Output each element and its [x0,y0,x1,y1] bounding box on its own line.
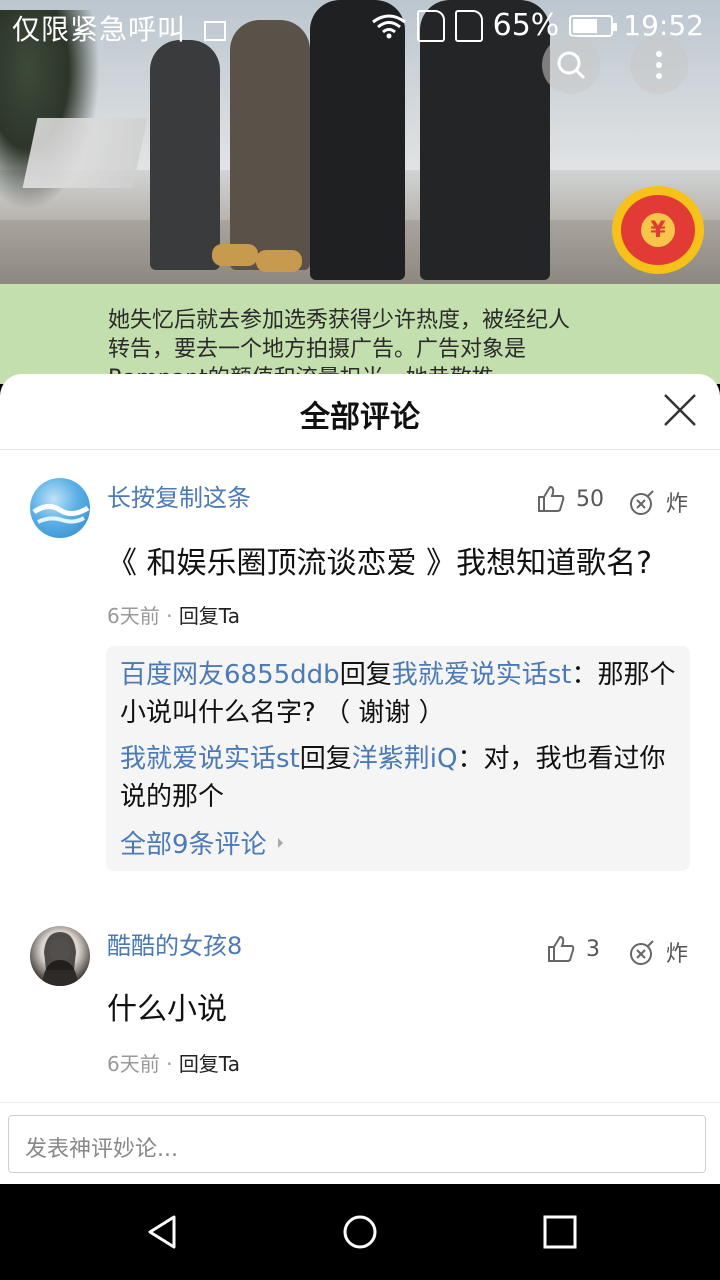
like-button[interactable]: 3 [546,934,600,964]
wifi-icon [371,14,406,38]
search-button[interactable] [542,36,600,94]
reply-item[interactable]: 百度网友6855ddb回复我就爱说实话st：那那个小说叫什么名字? （ 谢谢 ） [120,656,676,732]
image-icon [203,21,226,41]
navigation-bar [0,1184,720,1280]
video-shoe [256,250,302,272]
all-replies-link[interactable]: 全部9条评论 [120,824,676,861]
recents-square-icon[interactable] [542,1214,578,1250]
zha-button[interactable]: 炸 [628,486,688,518]
reply-from[interactable]: 我就爱说实话st [120,744,300,774]
reply-to[interactable]: 洋紫荆iQ [352,744,458,774]
zha-label: 炸 [666,492,689,517]
avatar-girl-icon [42,932,78,986]
chevron-right-icon [277,837,283,848]
sim-2-icon [454,9,483,42]
coin-icon: ¥ [641,213,675,247]
more-vertical-icon [656,51,662,79]
zha-button[interactable]: 炸 [628,936,688,968]
bomb-icon [630,490,654,515]
search-icon [557,51,586,80]
like-count: 3 [586,936,600,962]
red-packet-button[interactable]: ¥ [612,186,704,274]
video-sign [22,118,148,188]
like-count: 50 [576,486,604,512]
video-shoe [212,244,258,266]
comment-meta: 6天前 · 回复Ta [107,600,240,629]
reply-button[interactable]: 回复Ta [179,604,240,628]
reply-from[interactable]: 百度网友6855ddb [120,660,340,690]
comment-username[interactable]: 长按复制这条 [107,478,251,513]
comment-time: 6天前 [107,604,160,628]
battery-icon [569,14,618,37]
close-icon[interactable] [662,392,698,428]
zha-label: 炸 [666,942,689,967]
avatar[interactable] [30,478,90,538]
avatar-wave-icon [32,504,90,524]
bomb-icon [630,940,654,965]
video-person [230,20,310,270]
meta-separator: · [166,604,173,628]
status-carrier: 仅限紧急呼叫 [12,8,226,48]
sheet-header: 全部评论 [0,374,720,450]
reply-colon: ： [457,744,484,774]
thumbs-up-icon [538,485,565,512]
comment-text: 什么小说 [107,992,227,1027]
reply-item[interactable]: 我就爱说实话st回复洋紫荆iQ：对，我也看过你说的那个 [120,740,676,816]
comment-item: 酷酷的女孩8 3 炸 什么小说 6天前 · 回复Ta [0,900,720,1110]
back-triangle-icon[interactable] [144,1214,180,1250]
carrier-text: 仅限紧急呼叫 [12,13,187,46]
reply-button[interactable]: 回复Ta [179,1052,240,1076]
reply-action: 回复 [339,660,392,690]
reply-action: 回复 [299,744,352,774]
comment-text: 《 和娱乐圈顶流谈恋爱 》我想知道歌名? [107,546,652,581]
background-article: 她失忆后就去参加选秀获得少许热度，被经纪人转告，要去一个地方拍摄广告。广告对象是… [0,284,720,391]
thumbs-up-icon [548,935,575,962]
replies-box: 百度网友6855ddb回复我就爱说实话st：那那个小说叫什么名字? （ 谢谢 ）… [106,646,690,871]
reply-colon: ： [571,660,598,690]
comment-input-bar: 发表神评妙论... [0,1102,720,1184]
status-bar: 仅限紧急呼叫 65% 19:52 [0,0,720,52]
comment-item: 长按复制这条 50 炸 《 和娱乐圈顶流谈恋爱 》我想知道歌名? 6天前 · 回… [0,450,720,880]
comment-meta: 6天前 · 回复Ta [107,1048,240,1077]
like-button[interactable]: 50 [536,484,604,514]
red-packet-icon: ¥ [621,195,695,265]
more-button[interactable] [630,36,688,94]
home-circle-icon[interactable] [342,1214,378,1250]
comment-time: 6天前 [107,1052,160,1076]
comments-sheet: 全部评论 长按复制这条 50 炸 《 和娱乐圈顶流谈恋爱 》我想知道歌名? 6天… [0,374,720,1184]
comment-username[interactable]: 酷酷的女孩8 [107,926,242,961]
video-person [150,40,220,270]
reply-to[interactable]: 我就爱说实话st [392,660,572,690]
meta-separator: · [166,1052,173,1076]
all-replies-label: 全部9条评论 [120,830,267,860]
comment-input[interactable]: 发表神评妙论... [8,1115,706,1173]
battery-fill [573,18,597,33]
avatar[interactable] [30,926,90,986]
sim-1-icon [416,9,445,42]
battery-percent: 65% [492,8,560,43]
sheet-title: 全部评论 [300,400,420,435]
